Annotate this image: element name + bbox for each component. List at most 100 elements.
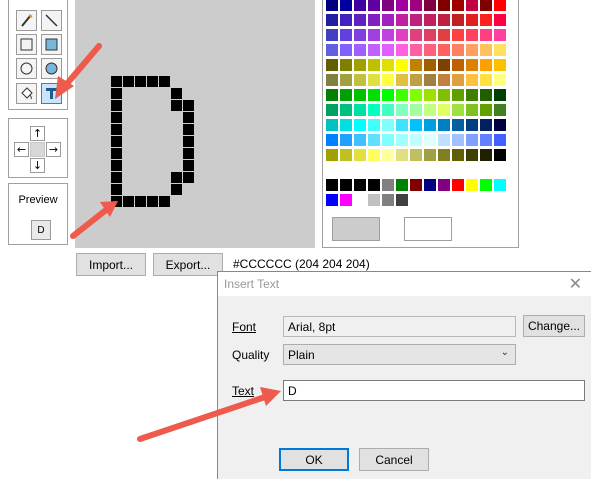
pixel-cell[interactable] — [195, 0, 206, 3]
palette-swatch[interactable] — [368, 89, 381, 102]
pixel-cell[interactable] — [147, 160, 158, 171]
palette-swatch[interactable] — [424, 164, 437, 177]
palette-swatch[interactable] — [466, 134, 479, 147]
palette-swatch[interactable] — [494, 119, 507, 132]
pixel-cell[interactable] — [291, 88, 302, 99]
pixel-cell[interactable] — [99, 76, 110, 87]
pixel-cell[interactable] — [279, 124, 290, 135]
pixel-cell[interactable] — [171, 28, 182, 39]
palette-swatch[interactable] — [438, 14, 451, 27]
nudge-left-button[interactable]: ← — [14, 142, 29, 157]
palette-swatch[interactable] — [494, 44, 507, 57]
palette-swatch[interactable] — [382, 89, 395, 102]
pixel-cell[interactable] — [207, 208, 218, 219]
pixel-cell[interactable] — [255, 160, 266, 171]
pixel-cell[interactable] — [231, 160, 242, 171]
palette-swatch[interactable] — [438, 59, 451, 72]
palette-swatch[interactable] — [396, 29, 409, 42]
pixel-cell[interactable] — [303, 208, 314, 219]
pixel-cell[interactable] — [243, 28, 254, 39]
pixel-cell[interactable] — [183, 88, 194, 99]
pixel-cell[interactable] — [75, 124, 86, 135]
pixel-cell[interactable] — [207, 196, 218, 207]
pixel-cell[interactable] — [303, 220, 314, 231]
pixel-cell[interactable] — [135, 220, 146, 231]
pixel-cell[interactable] — [147, 172, 158, 183]
pixel-cell[interactable] — [159, 64, 170, 75]
pixel-cell[interactable] — [207, 232, 218, 243]
pixel-cell[interactable] — [267, 232, 278, 243]
pixel-cell[interactable] — [279, 112, 290, 123]
pixel-cell[interactable] — [75, 160, 86, 171]
pixel-cell[interactable] — [159, 4, 170, 15]
pixel-cell[interactable] — [291, 0, 302, 3]
pixel-cell[interactable] — [303, 100, 314, 111]
pixel-cell[interactable] — [87, 112, 98, 123]
pixel-cell[interactable] — [255, 52, 266, 63]
palette-swatch[interactable] — [424, 89, 437, 102]
palette-swatch[interactable] — [382, 194, 395, 207]
pixel-cell[interactable] — [303, 4, 314, 15]
pixel-cell[interactable] — [171, 160, 182, 171]
pixel-cell[interactable] — [99, 136, 110, 147]
palette-swatch[interactable] — [452, 59, 465, 72]
palette-swatch[interactable] — [438, 104, 451, 117]
pixel-cell[interactable] — [207, 124, 218, 135]
pixel-cell[interactable] — [255, 4, 266, 15]
pixel-cell[interactable] — [207, 28, 218, 39]
palette-swatch[interactable] — [410, 149, 423, 162]
pixel-cell[interactable] — [135, 232, 146, 243]
pixel-cell[interactable] — [195, 184, 206, 195]
palette-swatch[interactable] — [424, 44, 437, 57]
pixel-cell[interactable] — [135, 124, 146, 135]
palette-swatch[interactable] — [494, 89, 507, 102]
pixel-cell[interactable] — [87, 76, 98, 87]
palette-swatch[interactable] — [368, 164, 381, 177]
pixel-cell[interactable] — [279, 232, 290, 243]
pixel-cell[interactable] — [231, 52, 242, 63]
pixel-cell[interactable] — [219, 220, 230, 231]
pixel-cell[interactable] — [231, 172, 242, 183]
pixel-cell[interactable] — [207, 4, 218, 15]
pixel-cell[interactable] — [183, 148, 194, 159]
pixel-cell[interactable] — [255, 208, 266, 219]
pixel-cell[interactable] — [279, 220, 290, 231]
pixel-cell[interactable] — [195, 40, 206, 51]
pixel-cell[interactable] — [159, 112, 170, 123]
pixel-cell[interactable] — [255, 112, 266, 123]
ellipse-tool[interactable] — [16, 58, 37, 79]
palette-swatch[interactable] — [396, 14, 409, 27]
pixel-cell[interactable] — [75, 76, 86, 87]
palette-swatch[interactable] — [480, 59, 493, 72]
pixel-cell[interactable] — [87, 148, 98, 159]
pixel-cell[interactable] — [183, 40, 194, 51]
pixel-cell[interactable] — [147, 148, 158, 159]
pixel-cell[interactable] — [195, 232, 206, 243]
pixel-cell[interactable] — [147, 76, 158, 87]
pixel-cell[interactable] — [255, 148, 266, 159]
pixel-cell[interactable] — [111, 232, 122, 243]
pixel-cell[interactable] — [123, 112, 134, 123]
pixel-cell[interactable] — [243, 88, 254, 99]
palette-swatch[interactable] — [368, 14, 381, 27]
pixel-cell[interactable] — [99, 28, 110, 39]
palette-swatch[interactable] — [368, 0, 381, 12]
pixel-cell[interactable] — [219, 28, 230, 39]
pixel-cell[interactable] — [147, 196, 158, 207]
pixel-cell[interactable] — [123, 232, 134, 243]
pixel-cell[interactable] — [159, 52, 170, 63]
palette-swatch[interactable] — [494, 149, 507, 162]
rectangle-tool[interactable] — [16, 34, 37, 55]
palette-swatch[interactable] — [396, 194, 409, 207]
pixel-cell[interactable] — [183, 136, 194, 147]
pixel-cell[interactable] — [147, 220, 158, 231]
pixel-cell[interactable] — [267, 40, 278, 51]
pixel-cell[interactable] — [123, 160, 134, 171]
pixel-cell[interactable] — [219, 100, 230, 111]
pixel-cell[interactable] — [207, 184, 218, 195]
pixel-cell[interactable] — [147, 40, 158, 51]
ok-button[interactable]: OK — [279, 448, 349, 471]
pixel-cell[interactable] — [111, 40, 122, 51]
pixel-cell[interactable] — [255, 124, 266, 135]
palette-swatch[interactable] — [410, 14, 423, 27]
